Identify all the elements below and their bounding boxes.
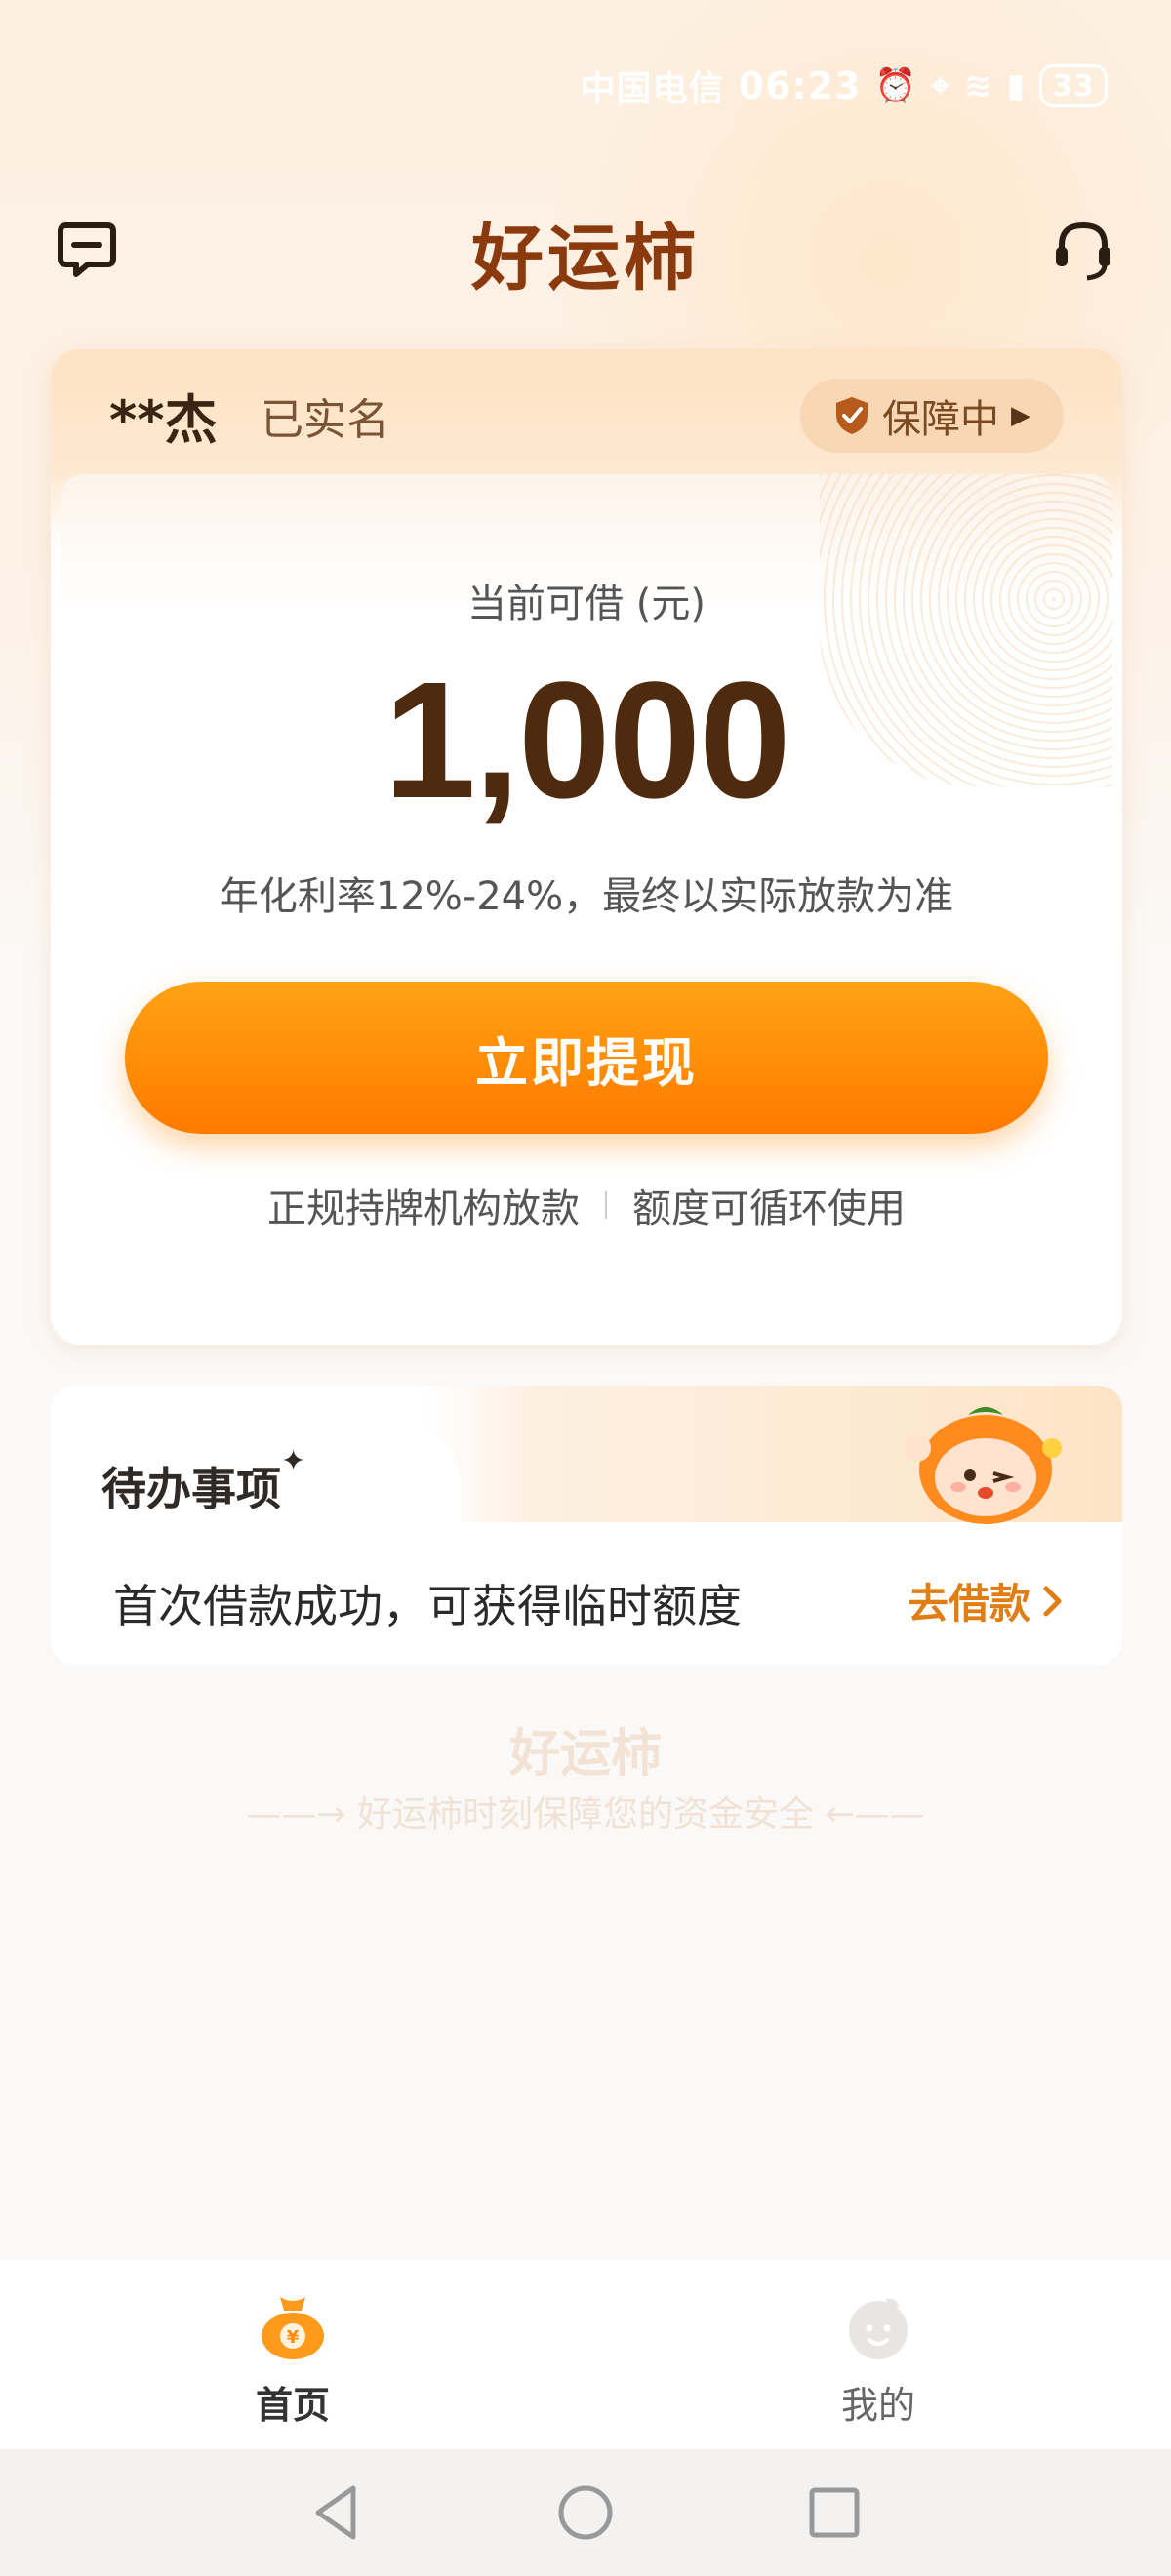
- caret-right-icon: ▶: [1011, 401, 1030, 430]
- protection-label: 保障中: [882, 397, 999, 442]
- profile-face-icon: [849, 2298, 908, 2359]
- account-bar: **杰 已实名 保障中 ▶: [51, 349, 1122, 474]
- shield-icon: [836, 397, 868, 434]
- withdraw-button[interactable]: 立即提现: [125, 982, 1048, 1134]
- app-header: 好运柿: [0, 200, 1171, 301]
- battery-indicator: 33: [1039, 64, 1108, 107]
- feature-licensed: 正规持牌机构放款: [267, 1187, 580, 1231]
- todo-card: 待办事项 ✦ 首次借款成功，可获得临时额度 去借款: [51, 1386, 1122, 1665]
- arrow-right-icon: ——→: [246, 1794, 357, 1834]
- back-icon[interactable]: [304, 2480, 369, 2545]
- todo-title: 待办事项: [101, 1463, 281, 1515]
- borrow-link-label: 去借款: [907, 1580, 1030, 1628]
- rate-note: 年化利率12%-24%，最终以实际放款为准: [219, 874, 954, 919]
- credit-panel: 当前可借 (元) 1,000 年化利率12%-24%，最终以实际放款为准 立即提…: [61, 474, 1112, 1335]
- todo-item-text: 首次借款成功，可获得临时额度: [113, 1580, 742, 1632]
- protection-button[interactable]: 保障中 ▶: [800, 379, 1064, 453]
- watermark-subtitle: ——→ 好运柿时刻保障您的资金安全 ←——: [0, 1786, 1171, 1836]
- system-nav-bar: [0, 2449, 1171, 2576]
- feature-revolving: 额度可循环使用: [632, 1187, 906, 1231]
- recents-icon[interactable]: [802, 2480, 867, 2545]
- customer-service-icon[interactable]: [1052, 218, 1114, 284]
- nav-mine-label: 我的: [840, 2384, 915, 2427]
- home-icon[interactable]: [553, 2480, 618, 2545]
- watermark-title: 好运柿: [508, 1724, 662, 1784]
- wifi-icon: ≋: [964, 66, 993, 105]
- bottom-nav: ¥ 首页 我的: [0, 2260, 1171, 2449]
- persimmon-mascot-icon: [904, 1407, 1062, 1524]
- money-bag-icon: ¥: [262, 2297, 324, 2359]
- available-label: 当前可借 (元): [467, 582, 706, 626]
- status-bar: 中国电信 06:23 ⏰ ⌖ ≋ ▮ 33: [581, 57, 1108, 115]
- available-amount: 1,000: [384, 648, 790, 833]
- nav-home-label: 首页: [255, 2384, 330, 2427]
- sparkle-icon: ✦: [281, 1444, 306, 1478]
- borrow-link[interactable]: 去借款: [908, 1571, 1064, 1630]
- divider: [605, 1191, 607, 1219]
- app-title: 好运柿: [471, 217, 700, 301]
- alarm-icon: ⏰: [874, 66, 917, 105]
- signal-icon: ▮: [1006, 66, 1027, 105]
- chevron-right-icon: [1043, 1586, 1062, 1616]
- arrow-left-icon: ←——: [825, 1794, 925, 1834]
- location-icon: ⌖: [930, 66, 951, 105]
- watermark-subtitle-text: 好运柿时刻保障您的资金安全: [356, 1794, 814, 1834]
- svg-text:¥: ¥: [287, 2327, 300, 2348]
- carrier-label: 中国电信: [580, 69, 725, 109]
- clock: 06:23: [738, 64, 862, 107]
- nav-mine[interactable]: 我的: [781, 2291, 976, 2429]
- nav-home[interactable]: ¥ 首页: [195, 2291, 390, 2429]
- user-name: **杰: [109, 389, 218, 451]
- feature-list: 正规持牌机构放款 额度可循环使用: [61, 1177, 1112, 1233]
- verify-status: 已实名: [261, 395, 389, 445]
- credit-card: **杰 已实名 保障中 ▶ 当前可借 (元) 1,000 年化利率12%-24%…: [51, 349, 1122, 1345]
